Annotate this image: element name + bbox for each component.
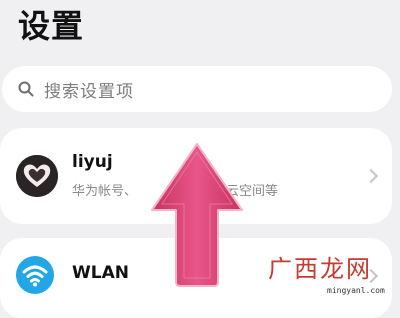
chevron-right-icon [363,168,379,184]
watermark-url: mingyanl.com [327,286,385,295]
avatar [16,155,58,197]
account-name: liyuj [72,152,113,172]
search-bar[interactable]: 搜索设置项 [2,66,392,112]
wifi-icon [16,256,54,294]
account-subtitle: 华为帐号、 云空间等 [72,180,278,199]
page-title: 设置 [18,7,85,45]
search-icon [18,81,34,97]
search-placeholder: 搜索设置项 [44,81,134,102]
account-subtitle-left: 华为帐号、 [72,184,138,199]
wlan-label: WLAN [72,263,129,283]
watermark-text: 广西龙网 [268,255,372,283]
up-arrow-overlay [148,140,246,288]
